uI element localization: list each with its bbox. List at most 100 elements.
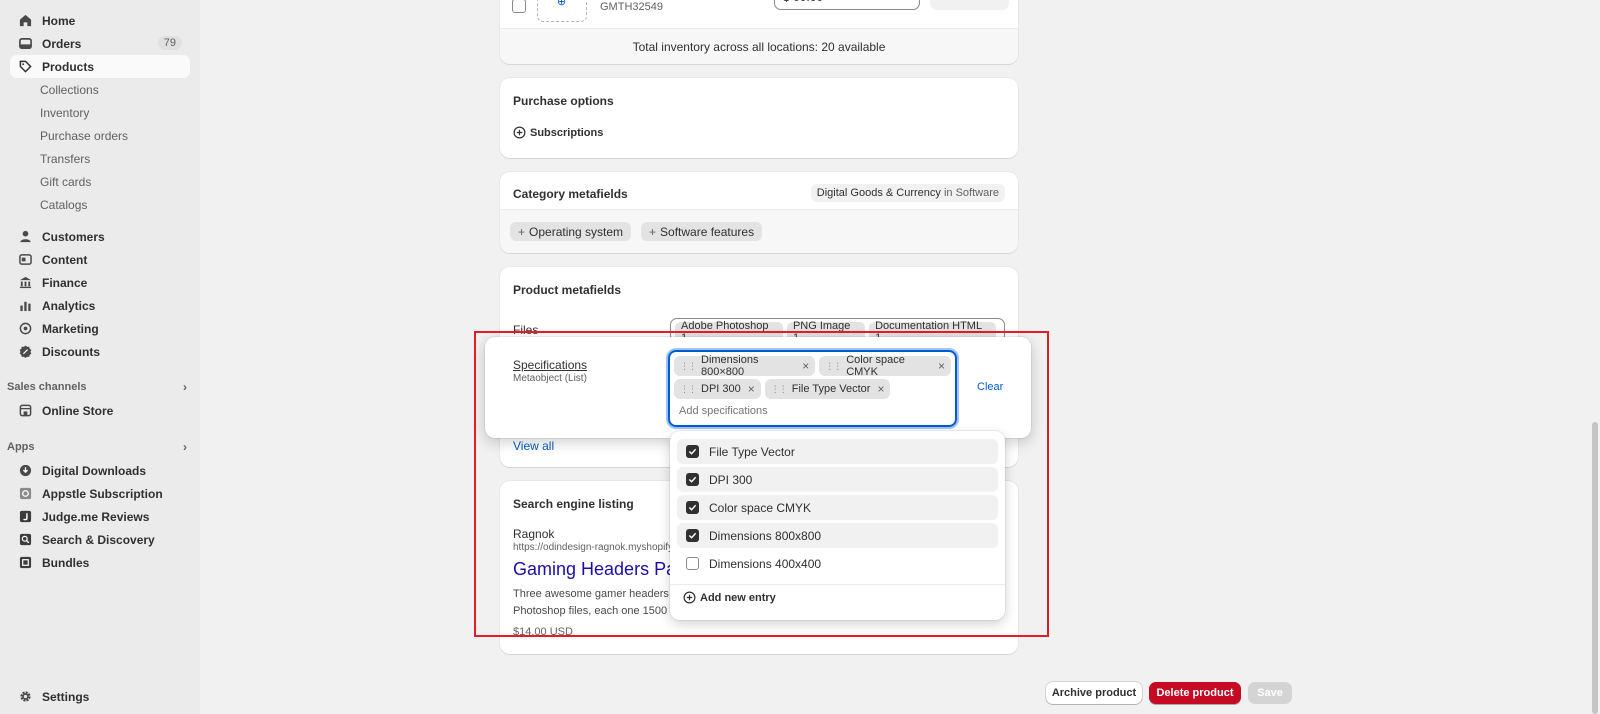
view-all-link[interactable]: View all <box>513 439 554 453</box>
sidebar-item-label: Content <box>42 252 88 267</box>
dropdown-option-label: File Type Vector <box>709 444 795 459</box>
sales-channels-heading[interactable]: Sales channels › <box>7 380 187 394</box>
seo-price: $14.00 USD <box>513 626 573 638</box>
plus-circle-icon <box>513 126 526 139</box>
home-icon <box>19 14 32 27</box>
product-metafields-title: Product metafields <box>513 283 622 297</box>
purchase-options-title: Purchase options <box>513 94 614 108</box>
files-label: Files <box>513 323 539 337</box>
add-software-features-button[interactable]: + Software features <box>641 222 763 241</box>
dropdown-option[interactable]: Dimensions 400x400 <box>677 551 998 576</box>
sidebar-subitem-purchase-orders[interactable]: Purchase orders <box>40 126 128 146</box>
operating-system-label: Operating system <box>529 224 624 239</box>
sidebar-app-bundles[interactable]: Bundles <box>10 551 190 574</box>
remove-tag-icon[interactable]: × <box>802 359 809 373</box>
sidebar-subitem-inventory[interactable]: Inventory <box>40 103 89 123</box>
variant-checkbox[interactable] <box>512 0 526 13</box>
sidebar-subitem-collections[interactable]: Collections <box>40 80 99 100</box>
checkbox-checked-icon[interactable] <box>686 445 699 458</box>
drag-handle-icon[interactable]: ⋮⋮ <box>680 361 697 372</box>
sidebar-item-finance[interactable]: Finance <box>10 271 190 294</box>
sidebar-item-label: Bundles <box>42 555 90 570</box>
variant-image-placeholder[interactable]: ⊕ <box>537 0 587 22</box>
dropdown-option-label: DPI 300 <box>709 472 753 487</box>
sidebar-app-digital-downloads[interactable]: Digital Downloads <box>10 459 190 482</box>
spec-tag[interactable]: ⋮⋮ Color space CMYK × <box>819 354 951 378</box>
delete-product-button[interactable]: Delete product <box>1149 682 1241 704</box>
sidebar-item-discounts[interactable]: Discounts <box>10 340 190 363</box>
archive-product-button[interactable]: Archive product <box>1046 682 1142 704</box>
sidebar-item-analytics[interactable]: Analytics <box>10 294 190 317</box>
category-badge: Digital Goods & Currency in Software <box>810 184 1005 202</box>
sidebar-item-products[interactable]: Products <box>10 55 190 78</box>
clear-button[interactable]: Clear <box>977 381 1003 393</box>
sidebar-app-appstle-subscription[interactable]: Appstle Subscription <box>10 482 190 505</box>
apps-heading[interactable]: Apps › <box>7 440 187 454</box>
add-specifications-input[interactable] <box>679 405 939 417</box>
dropdown-option-label: Color space CMYK <box>709 500 812 515</box>
plus-icon: + <box>649 224 657 239</box>
category-metafields-card: Category metafields Digital Goods & Curr… <box>500 172 1018 253</box>
sidebar-item-label: Online Store <box>42 403 114 418</box>
seo-title: Search engine listing <box>513 497 634 511</box>
sidebar-app-search-discovery[interactable]: Search & Discovery <box>10 528 190 551</box>
seo-store-name: Ragnok <box>513 527 555 541</box>
checkbox-checked-icon[interactable] <box>686 529 699 542</box>
sidebar-subitem-transfers[interactable]: Transfers <box>40 149 90 169</box>
sidebar-item-label: Products <box>42 59 95 74</box>
plus-icon: + <box>518 224 526 239</box>
remove-tag-icon[interactable]: × <box>877 382 884 396</box>
dropdown-option[interactable]: Dimensions 800x800 <box>677 523 998 548</box>
add-image-icon: ⊕ <box>557 0 567 8</box>
checkbox-unchecked-icon[interactable] <box>686 557 699 570</box>
sidebar-item-customers[interactable]: Customers <box>10 225 190 248</box>
dropdown-option[interactable]: Color space CMYK <box>677 495 998 520</box>
category-name: Digital Goods & Currency <box>816 187 941 199</box>
add-subscriptions-button[interactable]: Subscriptions <box>513 126 603 139</box>
sidebar-app-judgeme-reviews[interactable]: Judge.me Reviews <box>10 505 190 528</box>
sidebar-subitem-gift-cards[interactable]: Gift cards <box>40 172 91 192</box>
dropdown-option-label: Dimensions 800x800 <box>709 528 822 543</box>
remove-tag-icon[interactable]: × <box>748 382 755 396</box>
judgeme-app-icon <box>19 510 32 523</box>
add-new-entry-button[interactable]: Add new entry <box>683 591 776 604</box>
sidebar-subitem-catalogs[interactable]: Catalogs <box>40 195 87 215</box>
sidebar-item-label: Settings <box>42 689 90 704</box>
sidebar: Home Orders 79 Products Collections Inve… <box>0 0 200 714</box>
save-button[interactable]: Save <box>1248 682 1292 704</box>
sidebar-item-home[interactable]: Home <box>10 9 190 32</box>
variant-price-input[interactable]: $ 00.00 <box>774 0 920 10</box>
sidebar-item-orders[interactable]: Orders 79 <box>10 32 190 55</box>
drag-handle-icon[interactable]: ⋮⋮ <box>680 384 697 395</box>
sidebar-item-marketing[interactable]: Marketing <box>10 317 190 340</box>
checkbox-checked-icon[interactable] <box>686 473 699 486</box>
specifications-type: Metaobject (List) <box>513 373 587 384</box>
spec-tag-label: File Type Vector <box>791 383 871 395</box>
sidebar-item-label: Orders <box>42 36 82 51</box>
seo-heading: Gaming Headers Pack <box>513 559 695 579</box>
add-operating-system-button[interactable]: + Operating system <box>510 222 632 241</box>
page-scrollbar[interactable] <box>1592 422 1598 714</box>
spec-tag-label: DPI 300 <box>701 383 741 395</box>
sidebar-item-label: Customers <box>42 229 105 244</box>
remove-tag-icon[interactable]: × <box>938 359 945 373</box>
dropdown-option[interactable]: File Type Vector <box>677 439 998 464</box>
sales-channels-label: Sales channels <box>7 381 87 393</box>
spec-tag[interactable]: ⋮⋮ Dimensions 800×800 × <box>674 354 816 378</box>
store-icon <box>19 404 32 417</box>
plus-circle-icon <box>683 591 696 604</box>
checkbox-checked-icon[interactable] <box>686 501 699 514</box>
drag-handle-icon[interactable]: ⋮⋮ <box>825 361 842 372</box>
variant-quantity-input[interactable]: 10 <box>930 0 1009 10</box>
spec-tag[interactable]: ⋮⋮ File Type Vector × <box>764 379 891 399</box>
dropdown-option[interactable]: DPI 300 <box>677 467 998 492</box>
sidebar-item-settings[interactable]: Settings <box>10 685 190 708</box>
drag-handle-icon[interactable]: ⋮⋮ <box>771 384 788 395</box>
sidebar-item-online-store[interactable]: Online Store <box>10 399 190 422</box>
person-icon <box>19 230 32 243</box>
spec-tag-label: Dimensions 800×800 <box>701 354 759 378</box>
sidebar-item-content[interactable]: Content <box>10 248 190 271</box>
spec-tag[interactable]: ⋮⋮ DPI 300 × <box>674 379 761 399</box>
sidebar-item-label: Marketing <box>42 321 99 336</box>
specifications-input[interactable]: ⋮⋮ Dimensions 800×800 × ⋮⋮ Color space CMYK… <box>668 350 957 427</box>
